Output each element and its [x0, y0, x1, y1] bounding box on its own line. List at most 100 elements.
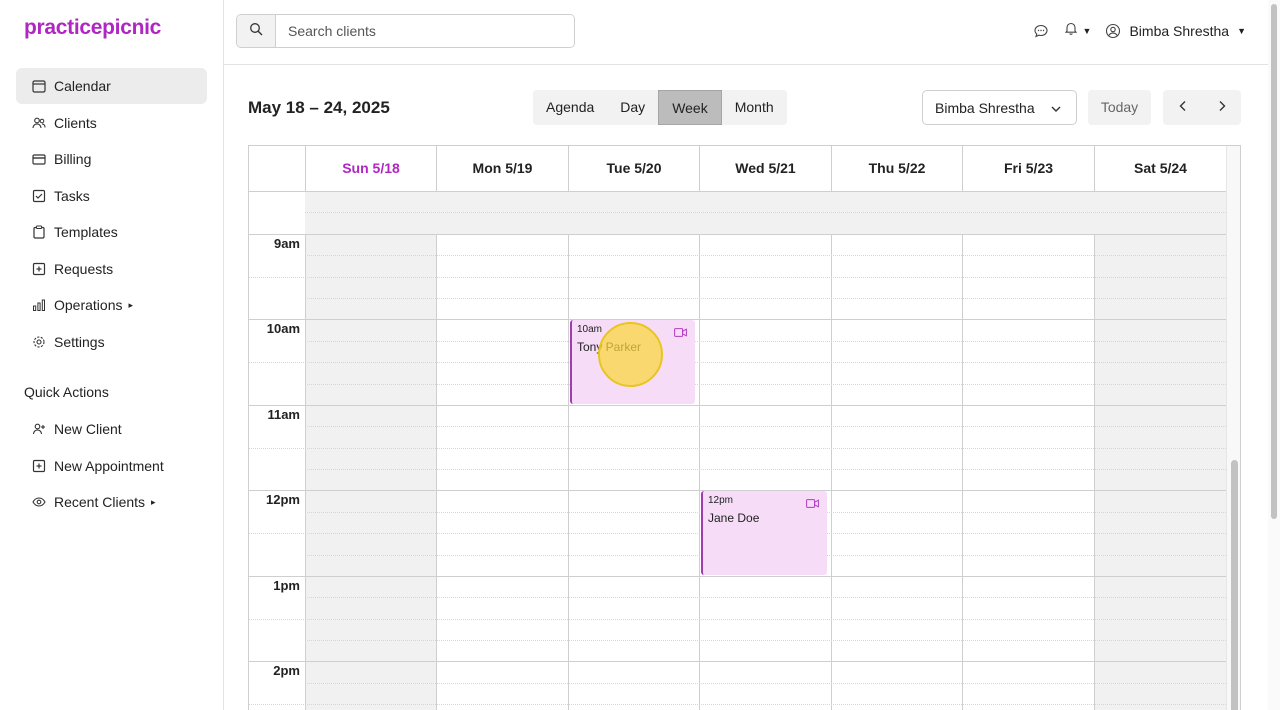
appointment-jane-doe[interactable]: 12pm Jane Doe: [701, 491, 827, 575]
day-column-fri[interactable]: [962, 192, 1094, 710]
sidebar-item-operations[interactable]: Operations ▸: [16, 287, 207, 323]
time-label: 2pm: [273, 663, 300, 678]
user-name: Bimba Shrestha: [1129, 22, 1230, 39]
view-day-button[interactable]: Day: [607, 90, 658, 125]
video-camera-icon: [674, 324, 687, 342]
next-week-button[interactable]: [1202, 90, 1241, 125]
calendar-scrollbar-thumb[interactable]: [1231, 460, 1238, 710]
grid-line: [249, 661, 1226, 662]
sidebar-item-requests[interactable]: Requests: [16, 251, 207, 287]
date-navigation: [1163, 90, 1241, 125]
quick-action-new-client[interactable]: New Client: [16, 411, 207, 447]
view-switcher: Agenda Day Week Month: [533, 90, 787, 125]
day-header-tue[interactable]: Tue 5/20: [568, 146, 699, 192]
provider-select-value: Bimba Shrestha: [935, 99, 1035, 116]
sidebar-nav: Calendar Clients Billing Tasks Templates…: [16, 68, 207, 360]
grid-line: [249, 405, 1226, 406]
sidebar-item-tasks[interactable]: Tasks: [16, 178, 207, 214]
search-input[interactable]: [276, 15, 574, 47]
time-label: 10am: [266, 321, 300, 336]
quick-actions: New Client New Appointment Recent Client…: [16, 411, 207, 521]
off-hours-shade: [305, 192, 1226, 234]
calendar-header: Sun 5/18 Mon 5/19 Tue 5/20 Wed 5/21 Thu …: [249, 146, 1226, 192]
bell-icon: [1063, 20, 1079, 41]
grid-line: [249, 362, 1226, 363]
user-menu[interactable]: Bimba Shrestha ▼: [1105, 23, 1246, 39]
user-plus-icon: [32, 422, 46, 436]
day-column-thu[interactable]: [831, 192, 962, 710]
appointment-client-name: Jane Doe: [708, 511, 760, 525]
day-header-mon[interactable]: Mon 5/19: [436, 146, 568, 192]
caret-right-icon: ▸: [128, 299, 134, 310]
grid-line: [305, 298, 1226, 299]
week-calendar: Sun 5/18 Mon 5/19 Tue 5/20 Wed 5/21 Thu …: [248, 145, 1241, 710]
click-indicator: [598, 322, 663, 387]
clipboard-icon: [32, 225, 46, 239]
grid-line: [305, 255, 1226, 256]
time-label: 9am: [273, 236, 300, 251]
quick-action-label: New Appointment: [54, 457, 164, 474]
video-camera-icon: [806, 495, 819, 513]
view-agenda-button[interactable]: Agenda: [533, 90, 607, 125]
sidebar-item-label: Billing: [54, 151, 92, 167]
app-root: practicepicnic Calendar Clients Billing: [0, 0, 1280, 710]
chat-icon[interactable]: [1033, 23, 1049, 39]
grid-line: [305, 597, 1226, 598]
quick-actions-title: Quick Actions: [24, 384, 109, 400]
time-label: 1pm: [273, 578, 300, 593]
today-button[interactable]: Today: [1088, 90, 1151, 125]
chevron-right-icon: [1217, 99, 1227, 117]
calendar-scrollbar[interactable]: [1226, 146, 1240, 710]
day-column-wed[interactable]: [699, 192, 831, 710]
view-week-button[interactable]: Week: [658, 90, 722, 125]
day-column-tue[interactable]: [568, 192, 699, 710]
sidebar-item-clients[interactable]: Clients: [16, 105, 207, 141]
day-header-sun[interactable]: Sun 5/18: [305, 146, 436, 192]
sidebar-item-templates[interactable]: Templates: [16, 214, 207, 250]
day-header-sat[interactable]: Sat 5/24: [1094, 146, 1226, 192]
credit-card-icon: [32, 152, 46, 166]
search-button[interactable]: [237, 15, 276, 47]
day-column-sat[interactable]: [1094, 192, 1226, 710]
day-header-wed[interactable]: Wed 5/21: [699, 146, 831, 192]
view-month-button[interactable]: Month: [722, 90, 787, 125]
quick-action-recent-clients[interactable]: Recent Clients ▸: [16, 484, 207, 520]
page-scrollbar[interactable]: [1268, 0, 1280, 710]
notifications-button[interactable]: ▼: [1063, 20, 1091, 41]
app-logo[interactable]: practicepicnic: [24, 16, 161, 40]
sidebar-item-calendar[interactable]: Calendar: [16, 68, 207, 104]
previous-week-button[interactable]: [1163, 90, 1202, 125]
search-icon: [249, 22, 263, 41]
sidebar: practicepicnic Calendar Clients Billing: [0, 0, 224, 710]
caret-down-icon: ▼: [1237, 25, 1246, 36]
day-column-sun[interactable]: [305, 192, 436, 710]
sidebar-item-billing[interactable]: Billing: [16, 141, 207, 177]
caret-right-icon: ▸: [151, 496, 156, 507]
grid-line: [249, 619, 1226, 620]
day-header-fri[interactable]: Fri 5/23: [962, 146, 1094, 192]
quick-action-new-appointment[interactable]: New Appointment: [16, 448, 207, 484]
bar-chart-icon: [32, 298, 46, 312]
sidebar-item-label: Requests: [54, 260, 114, 277]
search-bar: [236, 14, 575, 48]
grid-line: [249, 576, 1226, 577]
grid-line: [249, 448, 1226, 449]
grid-line: [249, 277, 1226, 278]
calendar-icon: [32, 79, 46, 93]
day-header-thu[interactable]: Thu 5/22: [831, 146, 962, 192]
checkbox-icon: [32, 189, 46, 203]
page-scrollbar-thumb[interactable]: [1271, 4, 1277, 519]
sidebar-item-settings[interactable]: Settings: [16, 324, 207, 360]
grid-line: [249, 234, 1226, 235]
plus-square-icon: [32, 459, 46, 473]
sidebar-item-label: Calendar: [54, 78, 111, 94]
day-column-mon[interactable]: [436, 192, 568, 710]
time-label: 12pm: [266, 492, 300, 507]
quick-action-label: Recent Clients: [54, 494, 146, 510]
sidebar-item-label: Clients: [54, 114, 97, 131]
chevron-down-icon: [1050, 102, 1062, 118]
provider-select[interactable]: Bimba Shrestha: [922, 90, 1077, 125]
grid-line: [305, 683, 1226, 684]
sidebar-item-label: Templates: [54, 224, 118, 240]
grid-line: [305, 469, 1226, 470]
